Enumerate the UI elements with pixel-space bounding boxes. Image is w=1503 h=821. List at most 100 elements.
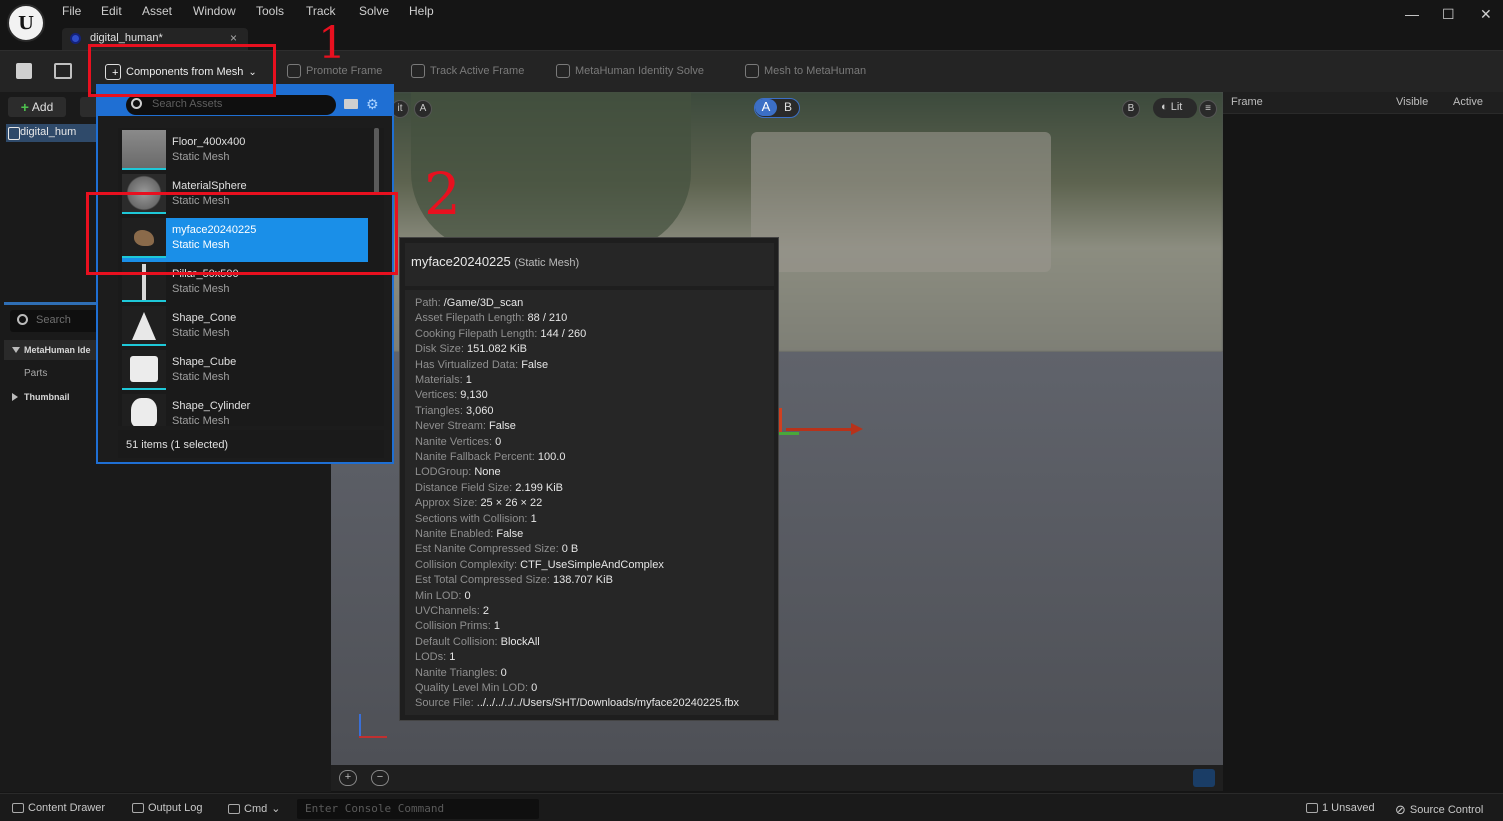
- source-control-button[interactable]: ⊘ Source Control: [1395, 802, 1483, 818]
- search-icon: [131, 98, 142, 109]
- tab-close-icon[interactable]: ×: [230, 31, 237, 45]
- tooltip-asset-name: myface20240225: [411, 254, 511, 269]
- menu-tools[interactable]: Tools: [256, 4, 284, 18]
- track-icon: [411, 64, 425, 78]
- asset-type: Static Mesh: [172, 283, 230, 295]
- lit-view-mode-button[interactable]: ◐ Lit: [1153, 98, 1197, 118]
- ab-toggle[interactable]: A B: [754, 98, 800, 118]
- mesh-to-metahuman-label: Mesh to MetaHuman: [764, 65, 867, 77]
- column-visible[interactable]: Visible: [1396, 96, 1428, 108]
- menu-track[interactable]: Track: [306, 4, 336, 18]
- unsaved-label: 1 Unsaved: [1322, 802, 1375, 814]
- asset-item-floor[interactable]: Floor_400x400 Static Mesh: [122, 130, 368, 174]
- frames-panel: Frame Visible Active: [1223, 92, 1503, 792]
- output-log-label: Output Log: [148, 802, 203, 814]
- tooltip-key: Distance Field Size:: [415, 481, 513, 494]
- metahuman-icon: [745, 64, 759, 78]
- tooltip-key: Materials:: [415, 374, 463, 386]
- status-bar: Content Drawer Output Log Cmd ⌄ Enter Co…: [0, 793, 1503, 821]
- tooltip-key: Sections with Collision:: [415, 512, 528, 525]
- gear-icon[interactable]: ⚙: [366, 96, 379, 113]
- save-icon[interactable]: [16, 63, 32, 79]
- content-drawer-button[interactable]: Content Drawer: [12, 802, 105, 814]
- camera-icon[interactable]: [1193, 769, 1215, 787]
- tooltip-key: Est Total Compressed Size:: [415, 574, 550, 587]
- menu-window[interactable]: Window: [193, 4, 236, 18]
- gizmo-y-axis[interactable]: [779, 408, 782, 432]
- ab-toggle-b[interactable]: B: [777, 99, 799, 117]
- folder-icon[interactable]: [344, 99, 358, 109]
- menu-asset[interactable]: Asset: [142, 4, 172, 18]
- solve-icon: [556, 64, 570, 78]
- asset-type: Static Mesh: [172, 327, 230, 339]
- tooltip-key: Est Nanite Compressed Size:: [415, 543, 559, 556]
- tooltip-value: 3,060: [465, 404, 494, 417]
- terminal-icon: [228, 803, 240, 814]
- unsaved-button[interactable]: 1 Unsaved: [1306, 802, 1375, 814]
- promote-frame-icon: [287, 64, 301, 78]
- tooltip-value: /Game/3D_scan: [443, 297, 524, 309]
- maximize-button[interactable]: ☐: [1442, 6, 1455, 23]
- minimize-button[interactable]: —: [1405, 6, 1419, 22]
- column-active[interactable]: Active: [1453, 96, 1483, 108]
- tooltip-row: Quality Level Min LOD: 0: [415, 682, 537, 694]
- tooltip-key: Nanite Vertices:: [415, 435, 493, 448]
- tooltip-key: Source File:: [415, 697, 474, 710]
- gizmo-x-arrowhead[interactable]: [851, 423, 863, 435]
- tooltip-value: 2: [482, 605, 490, 617]
- category-metahuman-identity[interactable]: MetaHuman Ide: [4, 340, 98, 360]
- console-command-input[interactable]: Enter Console Command: [297, 799, 539, 819]
- unreal-logo-icon[interactable]: U: [7, 4, 45, 42]
- tooltip-key: Has Virtualized Data:: [415, 358, 519, 371]
- menu-edit[interactable]: Edit: [101, 4, 122, 18]
- asset-name: Shape_Cube: [172, 356, 237, 368]
- menu-file[interactable]: File: [62, 4, 81, 18]
- category-thumbnail[interactable]: Thumbnail: [4, 390, 98, 408]
- ab-toggle-a[interactable]: A: [755, 99, 777, 116]
- tooltip-key: Collision Prims:: [415, 620, 491, 633]
- mesh-to-metahuman-button[interactable]: Mesh to MetaHuman: [745, 64, 866, 78]
- column-frame[interactable]: Frame: [1231, 96, 1263, 108]
- category-thumbnail-label: Thumbnail: [24, 392, 70, 402]
- menu-help[interactable]: Help: [409, 4, 434, 18]
- output-log-button[interactable]: Output Log: [132, 802, 202, 814]
- add-button[interactable]: + Add: [8, 97, 66, 117]
- viewport-b-button[interactable]: B: [1122, 100, 1140, 118]
- tooltip-row: Est Total Compressed Size: 138.707 KiB: [415, 574, 613, 586]
- viewport-left-a-button[interactable]: A: [414, 100, 432, 118]
- axis-indicator-z: [359, 714, 361, 738]
- identity-solve-button[interactable]: MetaHuman Identity Solve: [556, 64, 704, 78]
- asset-item-shape-cone[interactable]: Shape_Cone Static Mesh: [122, 306, 368, 350]
- viewport-menu-icon[interactable]: ≡: [1199, 100, 1217, 118]
- details-search-input[interactable]: Search: [10, 310, 98, 332]
- tooltip-key: UVChannels:: [415, 605, 480, 617]
- cube-preview: [130, 356, 158, 382]
- tooltip-key: LODGroup:: [415, 466, 472, 479]
- zoom-in-button[interactable]: +: [339, 770, 357, 786]
- tooltip-key: Nanite Enabled:: [415, 528, 494, 540]
- tooltip-value: 0: [495, 435, 502, 448]
- tooltip-key: Asset Filepath Length:: [415, 312, 525, 325]
- menu-solve[interactable]: Solve: [359, 4, 389, 18]
- track-active-frame-button[interactable]: Track Active Frame: [411, 64, 524, 78]
- tooltip-row: UVChannels: 2: [415, 605, 489, 617]
- close-window-button[interactable]: ✕: [1480, 6, 1492, 23]
- asset-search-input[interactable]: Search Assets: [126, 95, 336, 115]
- tree-item-digital-human[interactable]: digital_hum: [6, 124, 98, 142]
- asset-item-shape-cube[interactable]: Shape_Cube Static Mesh: [122, 350, 368, 394]
- viewport-bottom-bar: + −: [331, 765, 1223, 791]
- tooltip-row: Distance Field Size: 2.199 KiB: [415, 482, 563, 494]
- cmd-dropdown[interactable]: Cmd ⌄: [228, 802, 280, 815]
- tooltip-key: Quality Level Min LOD:: [415, 682, 529, 694]
- viewport-building: [751, 132, 1051, 272]
- gizmo-x-axis[interactable]: [786, 428, 856, 431]
- zoom-out-button[interactable]: −: [371, 770, 389, 786]
- asset-item-shape-cylinder[interactable]: Shape_Cylinder Static Mesh: [122, 394, 368, 426]
- asset-thumbnail: [122, 350, 166, 390]
- tooltip-value: None: [474, 466, 501, 479]
- browse-icon[interactable]: [54, 63, 72, 79]
- gizmo-z-axis[interactable]: [779, 432, 799, 435]
- asset-list-scrollbar[interactable]: [374, 128, 379, 194]
- asset-thumbnail: [122, 130, 166, 170]
- tooltip-row: Collision Complexity: CTF_UseSimpleAndCo…: [415, 559, 664, 571]
